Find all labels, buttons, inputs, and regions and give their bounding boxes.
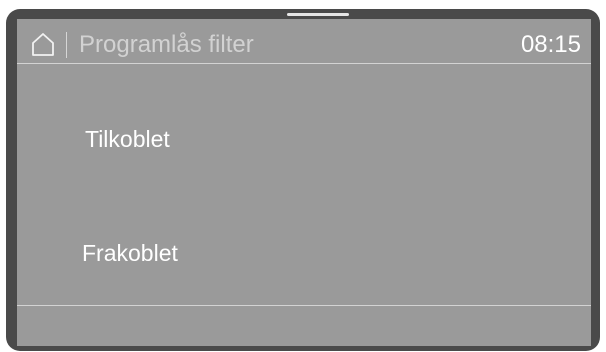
page-title: Programlås filter xyxy=(79,31,254,58)
option-frakoblet[interactable]: Frakoblet xyxy=(17,209,591,299)
header-divider xyxy=(17,63,591,64)
home-icon[interactable] xyxy=(31,32,55,56)
device-bezel: Programlås filter 08:15 Tilkoblet Frakob… xyxy=(6,9,600,351)
display-screen: Programlås filter 08:15 Tilkoblet Frakob… xyxy=(17,13,591,346)
header-separator xyxy=(66,32,67,58)
home-icon-glyph xyxy=(32,33,54,56)
footer-divider xyxy=(17,305,591,306)
clock-time: 08:15 xyxy=(520,31,581,58)
option-label: Frakoblet xyxy=(82,240,178,266)
option-tilkoblet[interactable]: Tilkoblet xyxy=(17,91,591,181)
top-indicator xyxy=(287,13,349,16)
header-bar: Programlås filter 08:15 xyxy=(17,19,591,63)
option-label: Tilkoblet xyxy=(85,126,170,152)
